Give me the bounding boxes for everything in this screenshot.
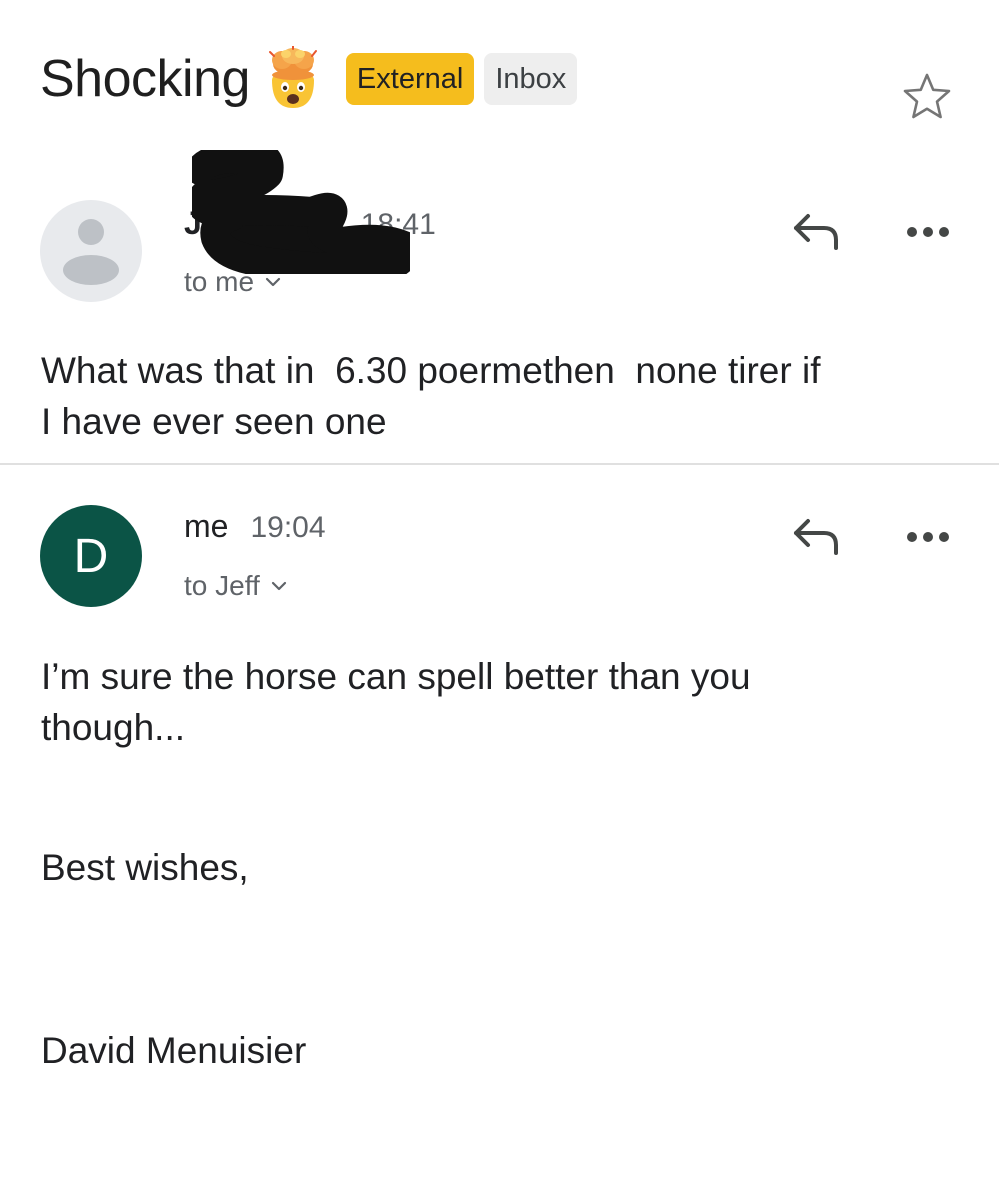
email-thread-view: Shocking External Inbox Jeff Gillen 18:4… — [0, 0, 999, 1200]
subject-header: Shocking External Inbox — [40, 44, 587, 114]
message-body: What was that in 6.30 poermethen none ti… — [41, 345, 961, 447]
recipient-details-toggle[interactable]: to me — [184, 266, 282, 298]
reply-button[interactable] — [790, 515, 844, 559]
star-outline-icon — [903, 73, 951, 119]
signature-text: David Menuisier — [41, 1030, 307, 1071]
sender-name: Jeff Gillen — [184, 205, 339, 241]
message-divider — [0, 463, 999, 465]
sender-line: Jeff Gillen 18:41 — [184, 205, 436, 242]
sent-time: 18:41 — [360, 208, 436, 241]
avatar[interactable]: D — [40, 505, 142, 607]
recipient-text: to Jeff — [184, 570, 260, 601]
chevron-down-icon — [271, 581, 286, 591]
reply-arrow-icon — [794, 519, 838, 555]
more-options-button[interactable] — [904, 222, 952, 242]
recipient-details-toggle[interactable]: to Jeff — [184, 570, 288, 602]
message-body: I’m sure the horse can spell better than… — [41, 651, 961, 753]
reply-button[interactable] — [790, 210, 844, 254]
sender-line: me 19:04 — [184, 508, 326, 545]
exploding-head-emoji-icon — [264, 45, 322, 112]
body-line: I have ever seen one — [41, 401, 387, 442]
star-button[interactable] — [900, 70, 954, 124]
sender-name: me — [184, 508, 229, 544]
reply-arrow-icon — [794, 214, 838, 250]
sent-time: 19:04 — [250, 511, 326, 544]
more-options-button[interactable] — [904, 527, 952, 547]
more-horizontal-icon — [907, 532, 949, 542]
recipient-text: to me — [184, 266, 255, 297]
person-icon — [63, 219, 119, 285]
avatar[interactable] — [40, 200, 142, 302]
body-line: though... — [41, 707, 186, 748]
subject-title: Shocking — [40, 50, 250, 108]
external-label-chip: External — [345, 53, 475, 105]
chevron-down-icon — [265, 277, 281, 287]
inbox-label-chip[interactable]: Inbox — [484, 53, 578, 105]
more-horizontal-icon — [907, 227, 949, 237]
closing-text: Best wishes, — [41, 847, 249, 888]
body-line: What was that in 6.30 poermethen none ti… — [41, 350, 821, 391]
avatar-letter: D — [73, 529, 109, 583]
body-line: I’m sure the horse can spell better than… — [41, 656, 751, 697]
